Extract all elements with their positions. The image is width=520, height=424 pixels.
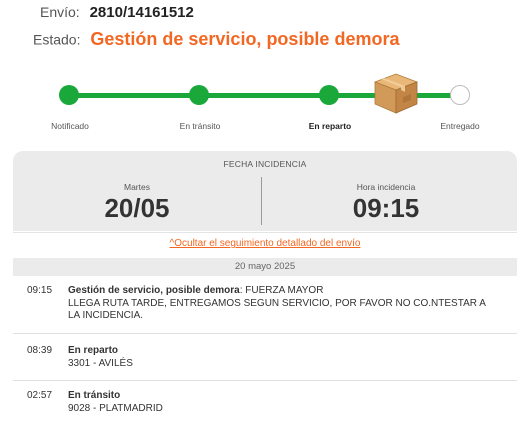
event-time: 09:15 (27, 285, 53, 296)
step-label-entregado: Entregado (440, 121, 480, 131)
event-detail-inline: : FUERZA MAYOR (239, 285, 324, 296)
event-body: En reparto 3301 - AVILÉS (68, 345, 498, 370)
incidence-card-divider (261, 177, 262, 225)
history-event: 08:39 En reparto 3301 - AVILÉS (0, 345, 520, 375)
event-time: 08:39 (27, 345, 53, 356)
incidence-card: FECHA INCIDENCIA Martes 20/05 Hora incid… (13, 151, 517, 231)
incidence-date-value: 20/05 (104, 193, 170, 223)
event-title: En tránsito (68, 390, 121, 401)
shipment-status-row: Estado: Gestión de servicio, posible dem… (33, 29, 399, 50)
shipment-number-row: Envío: 2810/14161512 (40, 4, 194, 21)
step-dot-en-reparto (319, 85, 339, 105)
step-label-en-transito: En tránsito (179, 121, 221, 131)
shipment-status-value: Gestión de servicio, posible demora (90, 29, 400, 49)
event-time: 02:57 (27, 390, 53, 401)
toggle-detailed-tracking-link[interactable]: ^Ocultar el seguimiento detallado del en… (0, 238, 520, 249)
step-label-notificado: Notificado (51, 121, 89, 131)
history-event: 09:15 Gestión de servicio, posible demor… (0, 285, 520, 331)
step-dot-entregado (450, 85, 470, 105)
step-dot-en-transito (189, 85, 209, 105)
event-body: Gestión de servicio, posible demora: FUE… (68, 285, 498, 323)
event-separator (13, 333, 517, 334)
incidence-card-title: FECHA INCIDENCIA (223, 159, 307, 169)
incidence-day-label: Martes (124, 182, 150, 192)
history-date-header: 20 mayo 2025 (13, 258, 517, 276)
event-detail: 9028 - PLATMADRID (68, 402, 163, 414)
step-label-en-reparto: En reparto (308, 121, 352, 131)
event-detail: LLEGA RUTA TARDE, ENTREGAMOS SEGUN SERVI… (68, 297, 486, 322)
shipment-status-label: Estado: (33, 31, 81, 48)
event-body: En tránsito 9028 - PLATMADRID (68, 390, 498, 415)
history-event: 02:57 En tránsito 9028 - PLATMADRID (0, 390, 520, 420)
card-bottom-line (13, 232, 517, 233)
package-box-icon (373, 73, 419, 114)
incidence-time-value: 09:15 (352, 193, 420, 223)
shipment-number-label: Envío: (40, 4, 80, 20)
event-separator (13, 380, 517, 381)
shipment-number-value: 2810/14161512 (89, 4, 194, 21)
event-title: En reparto (68, 345, 119, 356)
event-detail: 3301 - AVILÉS (68, 357, 133, 369)
progress-line-done (69, 93, 398, 98)
event-title: Gestión de servicio, posible demora (68, 285, 240, 296)
step-dot-notificado (59, 85, 79, 105)
incidence-time-label: Hora incidencia (356, 182, 416, 192)
